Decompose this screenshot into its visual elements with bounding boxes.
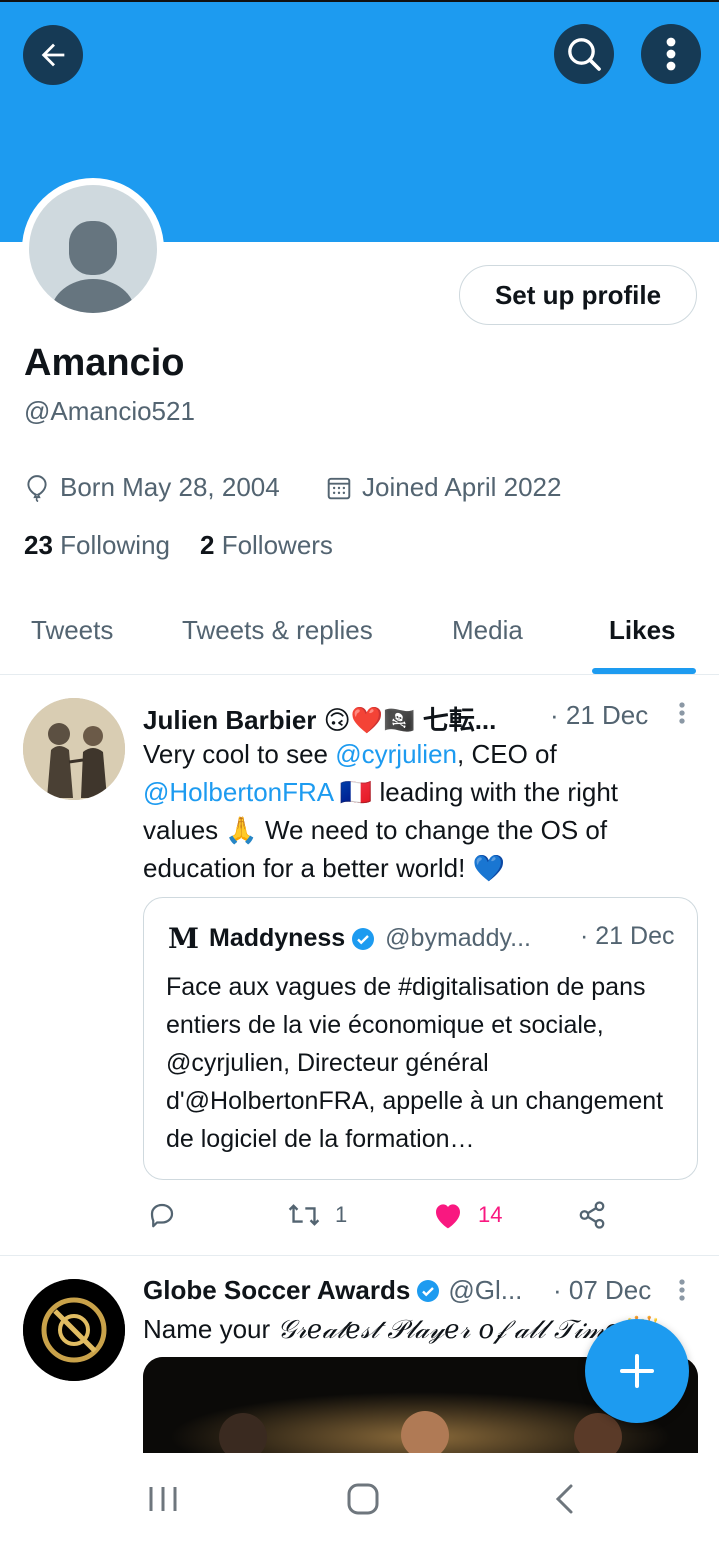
mention-link[interactable]: @cyrjulien — [335, 739, 457, 769]
share-button[interactable] — [577, 1200, 607, 1230]
joined-info: Joined April 2022 — [326, 472, 561, 503]
more-vertical-icon — [666, 37, 676, 71]
tweet-text: Name your 𝒢𝓇𝑒𝒶𝓉𝑒𝓈𝓉 𝒫𝓁𝒶𝓎𝑒𝓇 𝑜𝒻 𝒶𝓁𝓁 𝒯𝒾𝓂𝑒 👑 — [143, 1314, 659, 1345]
retweet-icon — [288, 1204, 320, 1226]
born-text: Born May 28, 2004 — [60, 472, 280, 502]
quote-header: M Maddyness @bymaddy... — [168, 922, 531, 955]
tweet-author-name[interactable]: Globe Soccer Awards — [143, 1275, 410, 1306]
profile-tabs: Tweets Tweets & replies Media Likes — [0, 595, 719, 675]
like-button[interactable]: 14 — [432, 1200, 502, 1230]
arrow-left-icon — [41, 43, 65, 67]
following-link[interactable]: 23 Following — [24, 530, 170, 561]
heart-filled-icon — [436, 1204, 460, 1229]
tweet-author-avatar[interactable] — [23, 1279, 125, 1381]
tweet-more-icon[interactable] — [678, 1278, 686, 1302]
tweet-divider — [0, 1255, 719, 1256]
retweet-count: 1 — [335, 1202, 348, 1227]
more-options-button[interactable] — [641, 24, 701, 84]
share-icon — [579, 1201, 605, 1229]
tweet-text: Very cool to see @cyrjulien, CEO of @Hol… — [143, 739, 619, 883]
follow-counts: 23 Following 2 Followers — [24, 530, 333, 561]
reply-icon — [150, 1203, 174, 1228]
quote-text: Face aux vagues de #digitalisation de pa… — [166, 973, 664, 1153]
quote-author-name: Maddyness — [209, 924, 346, 952]
followers-link[interactable]: 2 Followers — [200, 530, 333, 561]
calendar-icon — [327, 477, 351, 499]
tweet-date: · 07 Dec — [553, 1275, 652, 1305]
like-count: 14 — [478, 1202, 503, 1227]
plus-icon — [620, 1354, 654, 1388]
maddyness-logo-icon: M — [168, 922, 199, 955]
active-tab-indicator — [592, 668, 696, 674]
recent-apps-icon[interactable] — [148, 1485, 178, 1513]
tab-tweets[interactable]: Tweets — [31, 615, 113, 646]
birthday-info: Born May 28, 2004 — [24, 472, 280, 503]
tab-likes[interactable]: Likes — [609, 615, 676, 646]
profile-name: Amancio — [24, 342, 185, 384]
retweet-button[interactable]: 1 — [287, 1200, 347, 1230]
balloon-icon — [27, 474, 47, 502]
tweet-header: Julien Barbier 🙃❤️🏴‍☠️ 七転... — [143, 700, 496, 737]
search-button[interactable] — [554, 24, 614, 84]
mention-link[interactable]: @HolbertonFRA — [143, 777, 333, 807]
quoted-tweet[interactable]: M Maddyness @bymaddy... · 21 Dec Face au… — [143, 897, 698, 1180]
tweet-date: · 21 Dec — [550, 700, 649, 730]
home-icon[interactable] — [347, 1483, 379, 1515]
profile-avatar[interactable] — [22, 178, 164, 320]
setup-profile-button[interactable]: Set up profile — [459, 265, 697, 325]
joined-text: Joined April 2022 — [362, 472, 562, 502]
tab-media[interactable]: Media — [452, 615, 523, 646]
tweet-author-name[interactable]: Julien Barbier 🙃❤️🏴‍☠️ 七転... — [143, 700, 496, 737]
quote-author-handle: @bymaddy... — [385, 924, 531, 952]
nav-back-icon[interactable] — [553, 1483, 575, 1515]
search-icon — [568, 38, 601, 71]
tweet-header: Globe Soccer Awards @Gl... — [143, 1275, 522, 1306]
reply-button[interactable] — [147, 1200, 177, 1230]
tweet-author-handle: @Gl... — [448, 1275, 523, 1305]
default-avatar-icon — [29, 185, 157, 313]
profile-handle: @Amancio521 — [24, 396, 195, 426]
system-navigation-bar — [0, 1453, 719, 1544]
verified-badge-icon — [417, 1279, 440, 1302]
verified-badge-icon — [352, 927, 375, 950]
quote-date: · 21 Dec — [580, 922, 675, 950]
tab-tweets-replies[interactable]: Tweets & replies — [182, 615, 373, 646]
tweet-more-icon[interactable] — [678, 701, 686, 725]
back-button[interactable] — [23, 25, 83, 85]
compose-tweet-button[interactable] — [585, 1319, 689, 1423]
tweet-author-avatar[interactable] — [23, 698, 125, 800]
